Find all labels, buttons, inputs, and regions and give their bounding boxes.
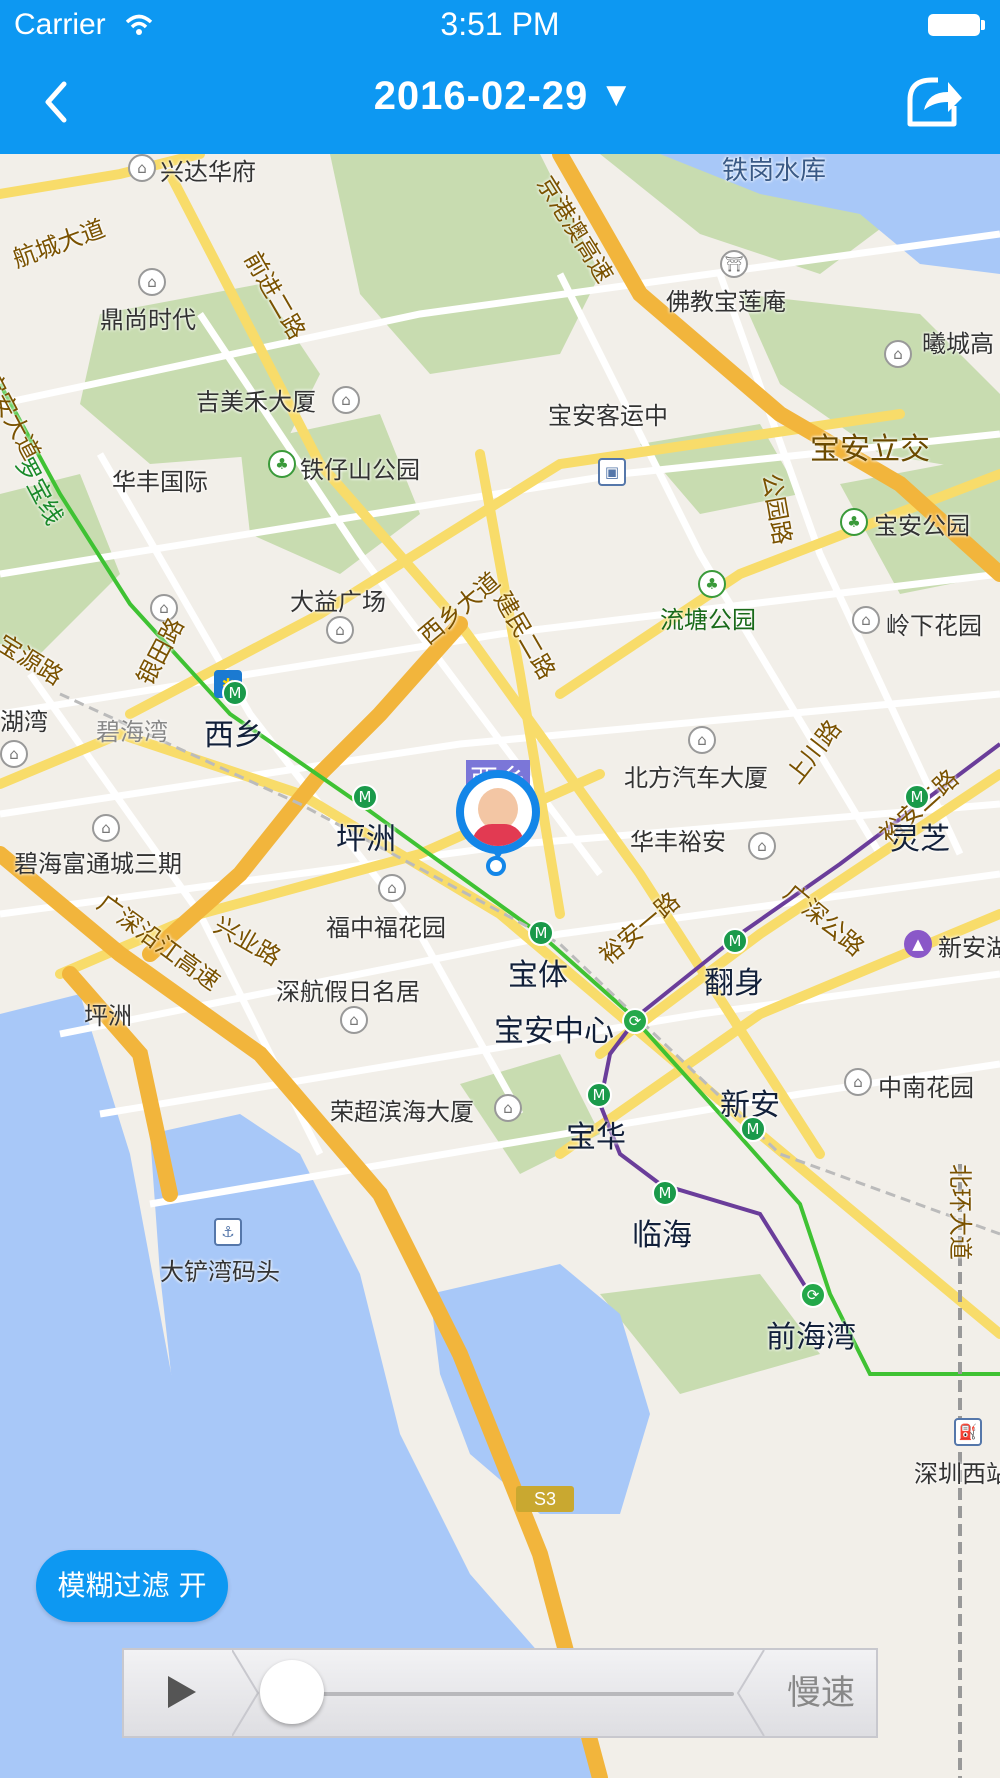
share-icon[interactable] [904, 74, 964, 130]
temple-icon: ⛩ [720, 250, 748, 278]
map-canvas [0, 154, 1000, 1778]
park-icon: ♣ [840, 508, 868, 536]
progress-track[interactable] [264, 1692, 734, 1696]
map-label-dayi[interactable]: 大益广场 [290, 582, 386, 617]
ferry-icon: ⚓ [214, 1218, 242, 1246]
map-label-baoan-keyun[interactable]: 宝安客运中 [548, 396, 668, 431]
building-icon: ⌂ [92, 814, 120, 842]
date-selector[interactable]: 2016-02-29 ▼ [0, 74, 1000, 119]
avatar-shirt [472, 824, 524, 846]
play-button[interactable] [124, 1650, 234, 1736]
divider-chevron [736, 1650, 765, 1736]
metro-station-icon: M [722, 928, 748, 954]
road-label-bei: 北环大道 [946, 1164, 974, 1260]
map-label-tiezai[interactable]: 铁仔山公园 [300, 450, 420, 485]
date-title[interactable]: 2016-02-29 [374, 74, 589, 118]
progress-slider-thumb[interactable] [260, 1660, 324, 1724]
map-label-fuzhong[interactable]: 福中福花园 [326, 908, 446, 943]
navigation-bar: 2016-02-29 ▼ [0, 50, 1000, 154]
bus-station-icon: ▣ [598, 458, 626, 486]
map-view[interactable]: ⌂ 兴达华府 航城大道 前进二路 京港澳高速 铁岗水库 ⛩ 佛教宝莲庵 ⌂ 曦城… [0, 154, 1000, 1778]
metro-station-qianhaiwan[interactable]: 前海湾 [766, 1312, 856, 1356]
map-label-huafeng-guoji[interactable]: 华丰国际 [112, 462, 208, 497]
metro-station-icon: M [586, 1082, 612, 1108]
building-icon: ⌂ [128, 154, 156, 182]
building-icon: ⌂ [748, 832, 776, 860]
map-label-lingxia[interactable]: 岭下花园 [886, 606, 982, 641]
map-label-huwan[interactable]: 湖湾 [0, 702, 48, 737]
battery-icon [928, 14, 980, 36]
user-location-marker[interactable] [456, 770, 544, 876]
map-label-xinan-market[interactable]: 新安湖 [938, 928, 1000, 963]
speed-button[interactable]: 慢速 [764, 1650, 878, 1736]
divider-chevron [232, 1650, 260, 1736]
metro-station-pingzhou[interactable]: 坪洲 [336, 814, 396, 858]
metro-station-icon: M [652, 1180, 678, 1206]
metro-station-icon: M [528, 920, 554, 946]
metro-station-icon: M [904, 784, 930, 810]
highway-shield-s3: S3 [516, 1486, 574, 1512]
location-dot [486, 856, 506, 876]
map-label-xicheng[interactable]: 曦城高 [922, 324, 994, 359]
map-label-fojiao[interactable]: 佛教宝莲庵 [666, 282, 786, 317]
map-label-bihaiwan[interactable]: 碧海湾 [96, 712, 168, 747]
metro-station-fanshen[interactable]: 翻身 [704, 958, 764, 1002]
building-icon: ⌂ [340, 1006, 368, 1034]
building-icon: ⌂ [138, 268, 166, 296]
building-icon: ⌂ [332, 386, 360, 414]
dropdown-triangle-icon[interactable]: ▼ [606, 80, 626, 110]
map-label-baoan-lijiao[interactable]: 宝安立交 [810, 424, 930, 468]
map-label-shenzhen-xi[interactable]: 深圳西站 [914, 1454, 1000, 1489]
metro-station-baohua[interactable]: 宝华 [566, 1112, 626, 1156]
map-label-beifang[interactable]: 北方汽车大厦 [624, 758, 768, 793]
map-label-shenhang[interactable]: 深航假日名居 [276, 972, 420, 1007]
map-label-pingzhou-small[interactable]: 坪洲 [84, 996, 132, 1031]
status-bar: Carrier 3:51 PM [0, 0, 1000, 50]
building-icon: ⌂ [688, 726, 716, 754]
map-label-huafeng-yuan[interactable]: 华丰裕安 [630, 822, 726, 857]
map-label-bihai-fu[interactable]: 碧海富通城三期 [14, 844, 182, 879]
map-label-baoan-gongyuan[interactable]: 宝安公园 [874, 506, 970, 541]
map-label-xingda[interactable]: 兴达华府 [160, 154, 256, 187]
building-icon: ⌂ [844, 1068, 872, 1096]
interchange-icon: ⟳ [622, 1008, 648, 1034]
building-icon: ⌂ [378, 874, 406, 902]
building-icon: ⌂ [494, 1094, 522, 1122]
map-label-zhongnan[interactable]: 中南花园 [878, 1068, 974, 1103]
fuzzy-filter-toggle[interactable]: 模糊过滤 开 [36, 1550, 228, 1622]
metro-station-lingzhi[interactable]: 灵芝 [890, 814, 950, 858]
metro-station-icon: M [222, 680, 248, 706]
building-icon: ⌂ [884, 340, 912, 368]
playback-bar: 慢速 [122, 1648, 878, 1738]
metro-station-icon: M [352, 784, 378, 810]
map-label-dachanwan[interactable]: 大铲湾码头 [160, 1252, 280, 1287]
avatar [464, 778, 532, 846]
map-label-rongchao[interactable]: 荣超滨海大厦 [330, 1092, 474, 1127]
park-icon: ♣ [698, 570, 726, 598]
shopping-icon: ▲ [904, 930, 932, 958]
building-icon: ⌂ [326, 616, 354, 644]
metro-station-baoti[interactable]: 宝体 [508, 950, 568, 994]
metro-station-baoan-center[interactable]: 宝安中心 [494, 1006, 614, 1050]
battery-tip [981, 20, 985, 30]
map-label-jimeihe[interactable]: 吉美禾大厦 [196, 382, 316, 417]
park-icon: ♣ [268, 450, 296, 478]
metro-station-linhai[interactable]: 临海 [632, 1210, 692, 1254]
clock: 3:51 PM [440, 6, 560, 42]
metro-station-icon: M [740, 1116, 766, 1142]
play-icon [168, 1676, 196, 1708]
map-label-tiegang[interactable]: 铁岗水库 [722, 154, 826, 187]
building-icon: ⌂ [0, 740, 28, 768]
metro-station-xixiang[interactable]: 西乡 [204, 710, 264, 754]
map-label-dingshang[interactable]: 鼎尚时代 [100, 300, 196, 335]
map-label-liutang[interactable]: 流塘公园 [660, 600, 756, 635]
building-icon: ⌂ [852, 606, 880, 634]
interchange-icon: ⟳ [800, 1282, 826, 1308]
train-station-icon: ⛽ [954, 1418, 982, 1446]
